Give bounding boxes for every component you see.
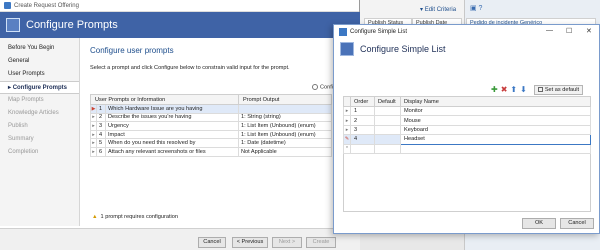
list-item[interactable]: ▸ 1 Monitor	[343, 105, 591, 117]
close-icon[interactable]: ✕	[586, 27, 592, 35]
warning-message: ▲ 1 prompt requires configuration	[92, 214, 178, 220]
list-table: Order Default Display Name ▸ 1 Monitor ▸…	[343, 96, 591, 154]
wizard-content: Configure user prompts Select a prompt a…	[86, 38, 356, 226]
section-title: Configure user prompts	[90, 46, 174, 55]
table-row[interactable]: ▸ 4 Impact 1: List Item (Unbound) (enum)	[90, 129, 333, 140]
edit-row-icon: ✎	[343, 134, 351, 145]
table-row[interactable]: ▸ 3 Urgency 1: List Item (Unbound) (enum…	[90, 121, 333, 131]
column-header-default[interactable]: Default	[374, 96, 401, 107]
prompts-table: User Prompts or Information Prompt Outpu…	[90, 94, 333, 157]
section-description: Select a prompt and click Configure belo…	[90, 65, 290, 71]
row-header-corner	[343, 96, 351, 107]
window-title: Create Request Offering	[14, 2, 79, 9]
dialog-banner-title: Configure Simple List	[360, 44, 446, 54]
dialog-footer: OK Cancel	[334, 215, 599, 233]
add-icon[interactable]: ✚	[491, 85, 498, 95]
list-config-icon	[340, 42, 354, 56]
row-marker-icon: ▸	[343, 115, 351, 126]
simple-list-dialog: Configure Simple List — ☐ ✕ Configure Si…	[333, 24, 600, 234]
column-header-prompt[interactable]: User Prompts or Information	[90, 94, 239, 105]
dialog-banner: Configure Simple List	[340, 42, 446, 56]
table-row[interactable]: ▸ 2 Describe the issues you're having 1:…	[90, 112, 333, 123]
create-button[interactable]: Create	[306, 237, 336, 248]
minimize-icon[interactable]: —	[546, 27, 553, 34]
row-marker-icon: ▸	[343, 105, 351, 117]
warning-icon: ▲	[92, 214, 98, 220]
wizard-footer: Cancel < Previous Next > Create	[0, 228, 360, 250]
help-icon[interactable]: ▣ ?	[470, 4, 482, 12]
column-header-display-name[interactable]: Display Name	[400, 96, 591, 107]
gear-icon	[312, 84, 318, 90]
dialog-cancel-button[interactable]: Cancel	[560, 218, 594, 229]
previous-button[interactable]: < Previous	[232, 237, 268, 248]
edit-criteria-link[interactable]: ▾ Edit Criteria	[420, 6, 456, 13]
wizard-icon	[6, 18, 20, 32]
column-header-order[interactable]: Order	[350, 96, 375, 107]
nav-item-publish[interactable]: Publish	[0, 120, 79, 133]
table-row[interactable]: ▸ 5 When do you need this resolved by 1:…	[90, 138, 333, 148]
nav-item-before-you-begin[interactable]: Before You Begin	[0, 42, 79, 55]
list-item[interactable]: ▸ 3 Keyboard	[343, 124, 591, 136]
nav-item-map-prompts[interactable]: Map Prompts	[0, 94, 79, 107]
row-marker-icon: ▸	[343, 124, 351, 136]
nav-item-user-prompts[interactable]: User Prompts	[0, 68, 79, 81]
display-name-input[interactable]: Headset	[400, 134, 591, 145]
nav-item-completion[interactable]: Completion	[0, 146, 79, 159]
banner-title: Configure Prompts	[26, 19, 118, 31]
nav-item-summary[interactable]: Summary	[0, 133, 79, 146]
app-icon	[4, 2, 11, 9]
new-row[interactable]: *	[343, 143, 591, 154]
move-up-icon[interactable]: ⬆	[510, 85, 517, 95]
list-toolbar: ✚ ✖ ⬆ ⬇ Set as default	[491, 85, 584, 95]
nav-item-general[interactable]: General	[0, 55, 79, 68]
nav-item-configure-prompts[interactable]: ▸ Configure Prompts	[0, 81, 79, 94]
wizard-nav: Before You Begin General User Prompts ▸ …	[0, 38, 80, 226]
set-as-default-button[interactable]: Set as default	[533, 85, 584, 95]
table-row[interactable]: ▶ 1 Which Hardware Issue are you having	[90, 104, 333, 114]
checkbox-icon	[537, 87, 543, 93]
nav-item-knowledge-articles[interactable]: Knowledge Articles	[0, 107, 79, 120]
cancel-button[interactable]: Cancel	[198, 237, 226, 248]
wizard-titlebar: Create Request Offering	[0, 0, 359, 12]
next-button[interactable]: Next >	[272, 237, 302, 248]
dialog-titlebar: Configure Simple List	[334, 25, 599, 39]
column-header-output[interactable]: Prompt Output	[237, 94, 333, 105]
new-row-icon: *	[343, 143, 351, 154]
table-row[interactable]: ▸ 6 Attach any relevant screenshots or f…	[90, 146, 333, 157]
dialog-app-icon	[339, 28, 347, 36]
move-down-icon[interactable]: ⬇	[520, 85, 527, 95]
dialog-title: Configure Simple List	[350, 29, 408, 35]
wizard-banner: Configure Prompts	[0, 12, 360, 38]
delete-icon[interactable]: ✖	[501, 85, 508, 95]
list-item[interactable]: ✎ 4 Headset	[343, 134, 591, 145]
ok-button[interactable]: OK	[522, 218, 556, 229]
list-item[interactable]: ▸ 2 Mouse	[343, 115, 591, 126]
wizard-window: Create Request Offering Configure Prompt…	[0, 0, 360, 250]
maximize-icon[interactable]: ☐	[566, 27, 572, 35]
